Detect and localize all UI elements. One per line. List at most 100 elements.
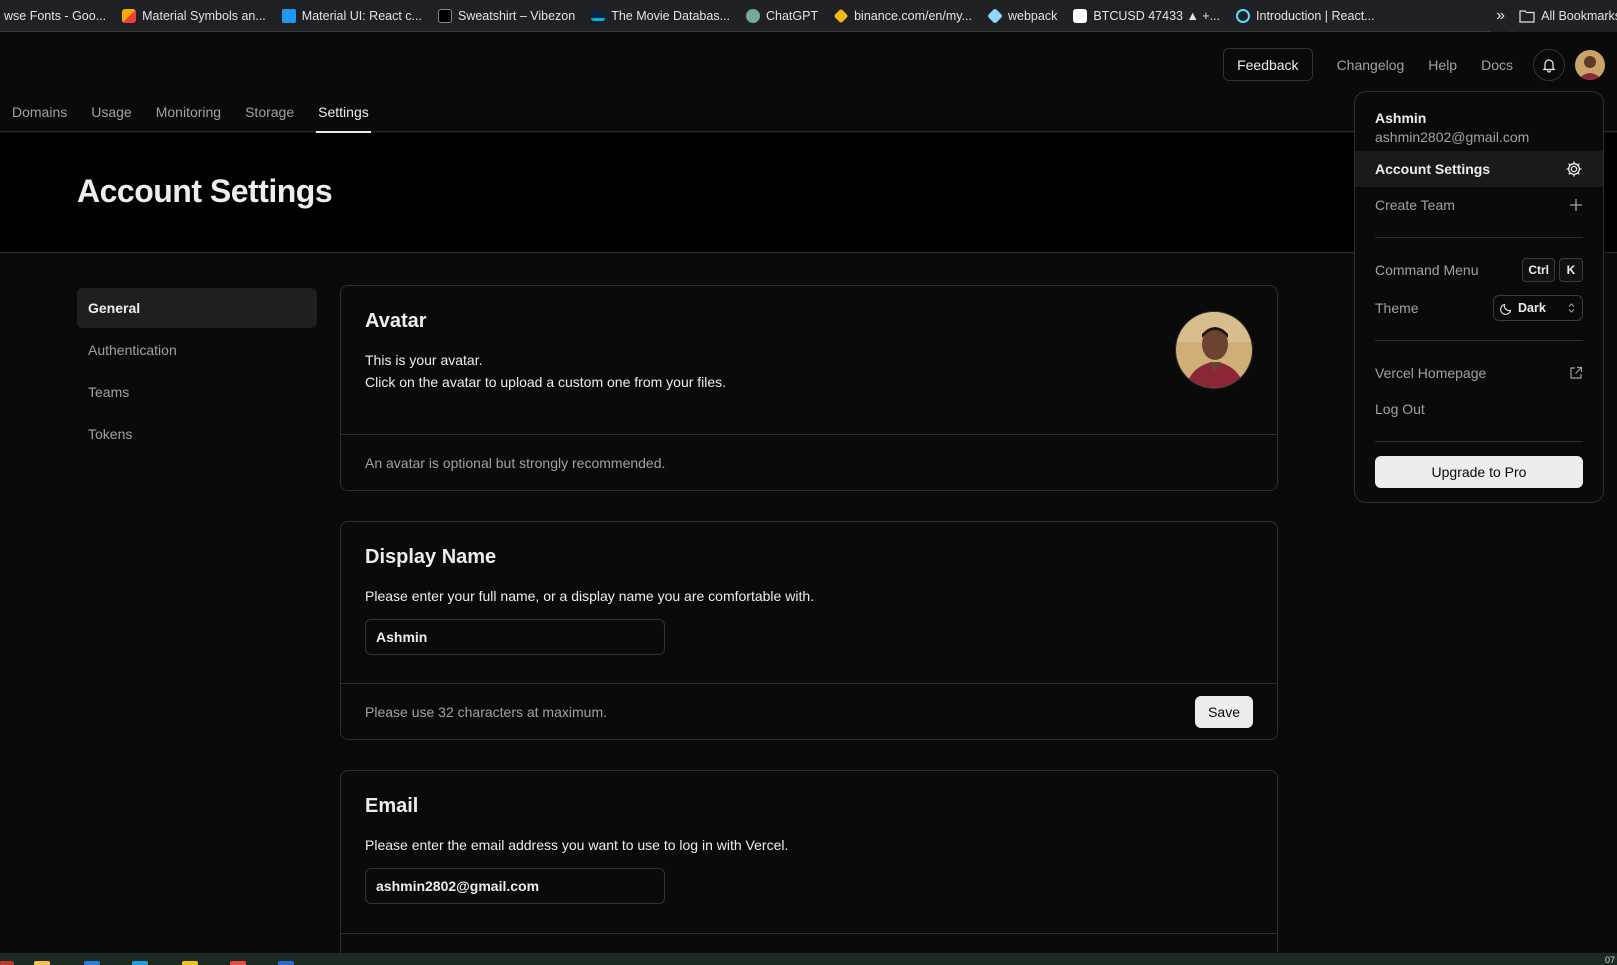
webpack-icon xyxy=(987,7,1003,24)
menu-divider xyxy=(1375,340,1583,341)
chatgpt-icon xyxy=(746,8,760,23)
bookmark-tmdb[interactable]: The Movie Databas... xyxy=(583,0,738,31)
project-tabs: Domains Usage Monitoring Storage Setting… xyxy=(0,92,381,133)
menu-item-create-team[interactable]: Create Team xyxy=(1355,187,1603,223)
display-name-card: Display Name Please enter your full name… xyxy=(340,521,1278,740)
docs-link[interactable]: Docs xyxy=(1469,57,1525,73)
bookmark-label: Material Symbols an... xyxy=(142,8,266,23)
email-field[interactable]: ashmin2802@gmail.com xyxy=(365,868,665,904)
bookmark-label: ChatGPT xyxy=(766,8,819,23)
notifications-button[interactable] xyxy=(1533,48,1565,81)
bookmark-binance[interactable]: binance.com/en/my... xyxy=(826,0,980,31)
bookmark-label: BTCUSD 47433 ▲ +... xyxy=(1093,8,1221,23)
bookmarks-bar: wse Fonts - Goo... Material Symbols an..… xyxy=(0,0,1617,32)
all-bookmarks-button[interactable]: All Bookmarks xyxy=(1513,0,1617,32)
settings-sidebar: General Authentication Teams Tokens xyxy=(77,288,317,456)
card-title: Display Name xyxy=(365,546,497,568)
tradingview-icon xyxy=(1073,8,1088,23)
avatar-image xyxy=(1176,312,1252,388)
menu-item-label: Command Menu xyxy=(1375,262,1479,278)
menu-item-log-out[interactable]: Log Out xyxy=(1355,391,1603,427)
menu-item-vercel-homepage[interactable]: Vercel Homepage xyxy=(1355,355,1603,391)
bookmark-google-fonts[interactable]: wse Fonts - Goo... xyxy=(0,0,114,31)
file-explorer-icon[interactable] xyxy=(34,961,50,965)
avatar-card: Avatar This is your avatar. Click on the… xyxy=(340,285,1278,491)
sidebar-item-teams[interactable]: Teams xyxy=(77,372,317,412)
menu-item-account-settings[interactable]: Account Settings xyxy=(1355,151,1603,187)
card-description: This is your avatar. xyxy=(365,352,483,368)
tab-domains[interactable]: Domains xyxy=(0,92,79,132)
chrome-icon[interactable] xyxy=(182,961,198,965)
display-name-field[interactable]: Ashmin xyxy=(365,619,665,655)
user-menu: Ashmin ashmin2802@gmail.com Account Sett… xyxy=(1354,91,1604,503)
bookmark-tradingview[interactable]: BTCUSD 47433 ▲ +... xyxy=(1065,0,1228,31)
chevron-up-down-icon xyxy=(1568,303,1575,313)
kbd-k: K xyxy=(1559,258,1583,282)
app-icon[interactable] xyxy=(84,961,100,965)
folder-icon xyxy=(1519,10,1535,23)
feedback-button[interactable]: Feedback xyxy=(1223,48,1313,81)
menu-divider xyxy=(1375,237,1583,238)
bookmark-label: Introduction | React... xyxy=(1256,8,1375,23)
help-link[interactable]: Help xyxy=(1416,57,1469,73)
keyboard-shortcut: Ctrl K xyxy=(1522,258,1583,282)
user-avatar-button[interactable] xyxy=(1575,49,1605,80)
plus-icon xyxy=(1570,199,1582,211)
card-title: Avatar xyxy=(365,310,427,332)
mui-icon xyxy=(281,8,296,23)
bookmark-vibezon[interactable]: Sweatshirt – Vibezon xyxy=(430,0,583,31)
bell-icon xyxy=(1542,58,1556,73)
tab-monitoring[interactable]: Monitoring xyxy=(144,92,233,132)
bookmark-material-symbols[interactable]: Material Symbols an... xyxy=(114,0,274,31)
card-title: Email xyxy=(365,795,419,817)
menu-item-label: Theme xyxy=(1375,300,1419,316)
card-footer-text: Please use 32 characters at maximum. xyxy=(365,703,607,720)
bookmark-label: binance.com/en/my... xyxy=(854,8,972,23)
vibezon-icon xyxy=(437,8,452,23)
edge-icon[interactable] xyxy=(132,961,148,965)
bookmark-mui[interactable]: Material UI: React c... xyxy=(274,0,430,31)
os-taskbar: 07 xyxy=(0,953,1617,965)
card-footer: Please use 32 characters at maximum. Sav… xyxy=(341,683,1277,739)
all-bookmarks-label: All Bookmarks xyxy=(1541,9,1617,23)
app-icon[interactable] xyxy=(230,961,246,965)
tab-usage[interactable]: Usage xyxy=(79,92,143,132)
sidebar-item-authentication[interactable]: Authentication xyxy=(77,330,317,370)
bookmark-webpack[interactable]: webpack xyxy=(980,0,1065,31)
menu-item-command-menu[interactable]: Command Menu Ctrl K xyxy=(1355,252,1603,288)
sidebar-item-general[interactable]: General xyxy=(77,288,317,328)
email-card: Email Please enter the email address you… xyxy=(340,770,1278,965)
save-button[interactable]: Save xyxy=(1195,695,1253,728)
menu-divider xyxy=(1375,441,1583,442)
moon-icon xyxy=(1500,303,1512,315)
sidebar-item-tokens[interactable]: Tokens xyxy=(77,414,317,454)
card-description: Please enter the email address you want … xyxy=(365,837,789,853)
vscode-icon[interactable] xyxy=(278,961,294,965)
bookmark-chatgpt[interactable]: ChatGPT xyxy=(738,0,826,31)
card-description: Please enter your full name, or a displa… xyxy=(365,588,815,604)
menu-item-label: Create Team xyxy=(1375,197,1455,213)
kbd-ctrl: Ctrl xyxy=(1522,258,1555,282)
theme-select[interactable]: Dark xyxy=(1493,295,1583,321)
bookmark-label: wse Fonts - Goo... xyxy=(4,8,107,23)
start-icon[interactable] xyxy=(0,961,14,965)
menu-item-label: Account Settings xyxy=(1375,161,1491,177)
bookmark-react[interactable]: Introduction | React... xyxy=(1228,0,1383,31)
more-bookmarks-button[interactable]: » xyxy=(1490,0,1511,32)
external-link-icon xyxy=(1570,366,1583,379)
tab-settings[interactable]: Settings xyxy=(306,92,381,133)
material-symbols-icon xyxy=(122,8,137,23)
tab-storage[interactable]: Storage xyxy=(233,92,306,132)
card-description: Click on the avatar to upload a custom o… xyxy=(365,374,727,390)
react-icon xyxy=(1236,8,1251,23)
taskbar-clock: 07 xyxy=(1604,955,1615,965)
bookmark-label: Sweatshirt – Vibezon xyxy=(457,8,576,23)
avatar-upload[interactable] xyxy=(1175,311,1253,389)
menu-user-email: ashmin2802@gmail.com xyxy=(1375,129,1530,145)
upgrade-to-pro-button[interactable]: Upgrade to Pro xyxy=(1375,456,1583,488)
gear-icon xyxy=(1566,161,1582,177)
changelog-link[interactable]: Changelog xyxy=(1325,57,1417,73)
menu-item-theme: Theme Dark xyxy=(1355,290,1603,326)
menu-item-label: Vercel Homepage xyxy=(1375,365,1487,381)
page-title: Account Settings xyxy=(77,173,333,209)
